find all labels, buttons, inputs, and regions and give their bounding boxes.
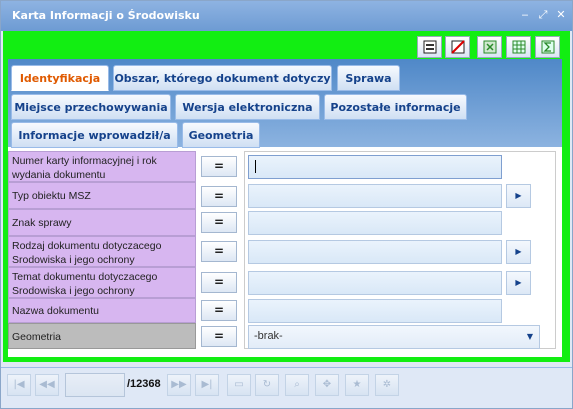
field-temat-dokumentu[interactable]: [248, 271, 502, 295]
window: Karta Informacji o Środowisku ‒ ⤢ ✕ Iden…: [0, 0, 573, 409]
tab-pozostale-informacje[interactable]: Pozostałe informacje: [324, 94, 467, 120]
operator-button-geometria[interactable]: =: [201, 326, 237, 347]
field-numer-karty[interactable]: [248, 155, 502, 179]
tab-obszar[interactable]: Obszar, którego dokument dotyczy: [113, 65, 332, 91]
operator-button-nazwa-dokumentu[interactable]: =: [201, 300, 237, 321]
form-frame: Identyfikacja Obszar, którego dokument d…: [3, 31, 570, 362]
page-number-input[interactable]: [65, 373, 125, 397]
refresh-icon[interactable]: ↻: [255, 374, 279, 396]
settings-icon[interactable]: ✲: [375, 374, 399, 396]
operator-button-znak-sprawy[interactable]: =: [201, 212, 237, 233]
operator-button-numer-karty[interactable]: =: [201, 156, 237, 177]
last-page-icon[interactable]: ▶|: [195, 374, 219, 396]
minimize-icon[interactable]: ‒: [518, 8, 532, 22]
title-bar: Karta Informacji o Środowisku ‒ ⤢ ✕: [1, 1, 572, 31]
field-typ-obiektu[interactable]: [248, 184, 502, 208]
tab-strip: Identyfikacja Obszar, którego dokument d…: [8, 59, 562, 148]
print-card-icon[interactable]: [417, 36, 442, 58]
clear-filter-icon[interactable]: [445, 36, 470, 58]
first-page-icon[interactable]: |◀: [7, 374, 31, 396]
move-icon[interactable]: ✥: [315, 374, 339, 396]
field-rodzaj-dokumentu[interactable]: [248, 240, 502, 264]
expand-arrow-icon[interactable]: ▶: [506, 271, 531, 295]
prev-page-icon[interactable]: ◀◀: [35, 374, 59, 396]
text-cursor: [255, 160, 256, 173]
search-icon[interactable]: ⌕: [285, 374, 309, 396]
label-nazwa-dokumentu: Nazwa dokumentu: [8, 298, 196, 323]
total-records: /12368: [127, 378, 161, 390]
field-znak-sprawy[interactable]: [248, 211, 502, 235]
dropdown-arrow-icon[interactable]: ▼: [520, 325, 540, 349]
operator-button-temat-dokumentu[interactable]: =: [201, 272, 237, 293]
label-numer-karty: Numer karty informacyjnej i rok wydania …: [8, 151, 196, 182]
label-temat-dokumentu: Temat dokumentu dotyczacego Srodowiska i…: [8, 267, 196, 298]
tab-identyfikacja[interactable]: Identyfikacja: [11, 65, 109, 91]
tab-wersja-elektroniczna[interactable]: Wersja elektroniczna: [175, 94, 320, 120]
folder-icon[interactable]: ▭: [227, 374, 251, 396]
select-geometria[interactable]: -brak-: [248, 325, 540, 349]
tab-panel: Identyfikacja Obszar, którego dokument d…: [8, 59, 562, 357]
label-rodzaj-dokumentu: Rodzaj dokumentu dotyczacego Srodowiska …: [8, 236, 196, 267]
restore-icon[interactable]: ⤢: [536, 8, 550, 22]
expand-arrow-icon[interactable]: ▶: [506, 184, 531, 208]
star-icon[interactable]: ★: [345, 374, 369, 396]
window-title: Karta Informacji o Środowisku: [12, 9, 200, 22]
operator-button-rodzaj-dokumentu[interactable]: =: [201, 241, 237, 262]
table-view-icon[interactable]: [506, 36, 531, 58]
label-typ-obiektu: Typ obiektu MSZ: [8, 182, 196, 209]
close-icon[interactable]: ✕: [554, 8, 568, 22]
operator-button-typ-obiektu[interactable]: =: [201, 186, 237, 207]
tab-miejsce-przechowywania[interactable]: Miejsce przechowywania: [11, 94, 171, 120]
expand-arrow-icon[interactable]: ▶: [506, 240, 531, 264]
label-geometria: Geometria: [8, 323, 196, 349]
pager-bar: |◀ ◀◀ /12368 ▶▶ ▶| ▭ ↻ ⌕ ✥ ★ ✲: [1, 367, 572, 408]
tab-sprawa[interactable]: Sprawa: [337, 65, 400, 91]
next-page-icon[interactable]: ▶▶: [167, 374, 191, 396]
field-nazwa-dokumentu[interactable]: [248, 299, 502, 323]
label-znak-sprawy: Znak sprawy: [8, 209, 196, 236]
tab-informacje-wprowadzil[interactable]: Informacje wprowadził/a: [11, 122, 178, 148]
export-excel-icon[interactable]: [477, 36, 502, 58]
sum-icon[interactable]: [535, 36, 560, 58]
tab-geometria[interactable]: Geometria: [182, 122, 260, 148]
